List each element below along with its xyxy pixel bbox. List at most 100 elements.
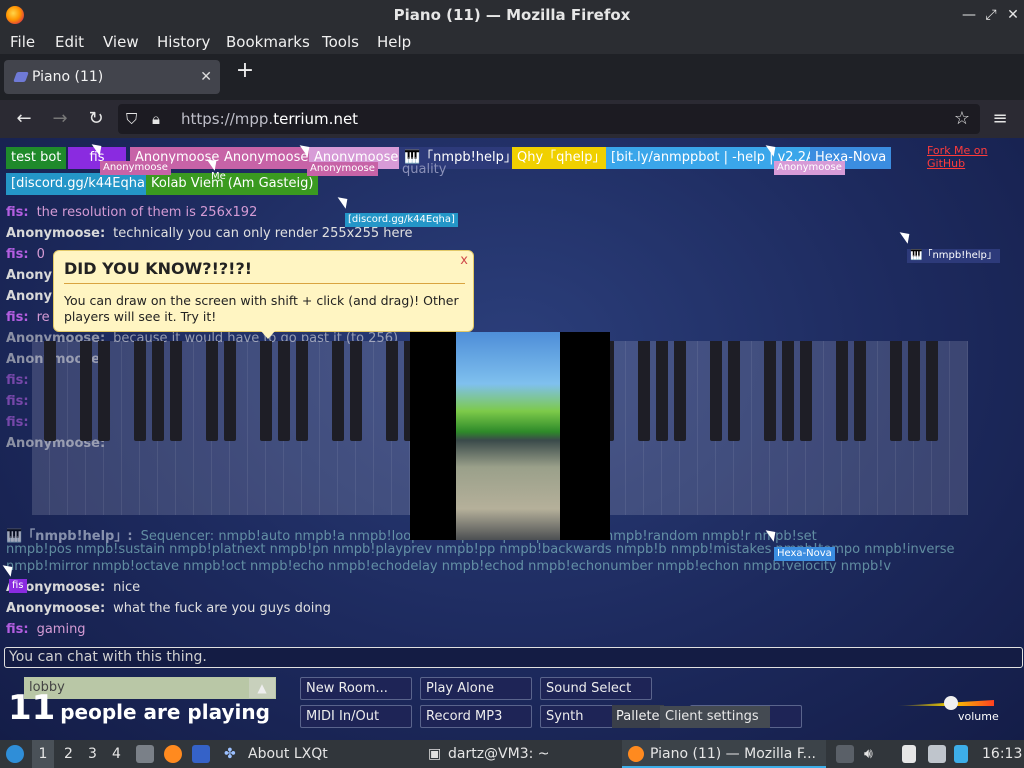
game-screen-image (456, 332, 560, 540)
update-icon[interactable] (954, 745, 968, 763)
menu-history[interactable]: History (157, 32, 210, 52)
volume-label: volume (958, 710, 999, 723)
volume-knob[interactable] (944, 696, 958, 710)
desktop-3[interactable]: 3 (88, 740, 97, 768)
task-firefox-active[interactable]: Piano (11) — Mozilla F... (622, 740, 826, 768)
notification-divider (64, 283, 465, 284)
volume-slider[interactable] (896, 696, 994, 710)
piano-black-key[interactable] (170, 341, 182, 441)
window-titlebar: Piano (11) — Mozilla Firefox — ⤢ ✕ (0, 0, 1024, 30)
menu-file[interactable]: File (10, 32, 35, 52)
piano-white-key[interactable] (950, 341, 968, 515)
piano-black-key[interactable] (296, 341, 308, 441)
forward-arrow-icon[interactable]: → (48, 108, 72, 130)
tray-up-icon[interactable] (836, 745, 854, 763)
piano-black-key[interactable] (134, 341, 146, 441)
volume-icon[interactable]: 🔊︎ (864, 740, 873, 768)
record-mp3-button[interactable]: Record MP3 (420, 705, 532, 728)
chat-message: fis: 0 (6, 247, 45, 262)
user-tag[interactable]: Qhy「qhelp」 (512, 147, 611, 169)
piano-black-key[interactable] (782, 341, 794, 441)
chat-message: fis: the resolution of them is 256x192 (6, 205, 258, 220)
chat-input[interactable]: You can chat with this thing. (4, 647, 1023, 668)
new-tab-icon[interactable]: + (234, 60, 256, 82)
pallete-button[interactable]: Pallete (612, 705, 664, 728)
menu-edit[interactable]: Edit (55, 32, 84, 52)
network-icon[interactable] (928, 745, 946, 763)
piano-black-key[interactable] (764, 341, 776, 441)
close-window-icon[interactable]: ✕ (1002, 0, 1024, 30)
piano-black-key[interactable] (710, 341, 722, 441)
shield-icon[interactable]: ⛉ (126, 110, 142, 128)
task-terminal[interactable]: dartz@VM3: ~ (448, 740, 550, 768)
piano-black-key[interactable] (656, 341, 668, 441)
piano-black-key[interactable] (728, 341, 740, 441)
piano-black-key[interactable] (332, 341, 344, 441)
desktop-4[interactable]: 4 (112, 740, 121, 768)
back-arrow-icon[interactable]: ← (12, 108, 36, 130)
piano-black-key[interactable] (674, 341, 686, 441)
notification-close-icon[interactable]: x (460, 253, 468, 268)
desktop-icon[interactable] (192, 745, 210, 763)
page-content: test bot fis Anonymoose Anonymoose Anony… (0, 138, 1024, 740)
piano-black-key[interactable] (98, 341, 110, 441)
piano-black-key[interactable] (836, 341, 848, 441)
cursor-label: [discord.gg/k44Eqha] (345, 213, 458, 227)
user-cursor-icon (899, 228, 914, 244)
start-menu-icon[interactable] (6, 745, 24, 763)
desktop-2[interactable]: 2 (64, 740, 73, 768)
play-alone-button[interactable]: Play Alone (420, 677, 532, 700)
new-room-button[interactable]: New Room... (300, 677, 412, 700)
piano-black-key[interactable] (890, 341, 902, 441)
piano-black-key[interactable] (152, 341, 164, 441)
url-text[interactable]: https://mpp.terrium.net (181, 104, 358, 134)
reload-icon[interactable]: ↻ (84, 108, 108, 130)
clipboard-icon[interactable] (902, 745, 916, 763)
close-tab-icon[interactable]: ✕ (200, 60, 212, 94)
tab-piano[interactable]: Piano (11) ✕ (4, 60, 220, 94)
lock-icon[interactable]: 🔒︎ (152, 110, 168, 128)
firefox-icon[interactable] (164, 745, 182, 763)
piano-black-key[interactable] (926, 341, 938, 441)
desktop-1[interactable]: 1 (32, 740, 54, 768)
cursor-label: Me (211, 171, 226, 182)
menu-view[interactable]: View (103, 32, 139, 52)
piano-black-key[interactable] (80, 341, 92, 441)
game-video-overlay (410, 332, 610, 540)
piano-black-key[interactable] (44, 341, 56, 441)
piano-black-key[interactable] (206, 341, 218, 441)
midi-button[interactable]: MIDI In/Out (300, 705, 412, 728)
piano-black-key[interactable] (800, 341, 812, 441)
fork-me-link[interactable]: Fork Me on GitHub (927, 144, 1024, 170)
piano-black-key[interactable] (386, 341, 398, 441)
player-count: 11 people are playing (8, 688, 270, 728)
piano-black-key[interactable] (908, 341, 920, 441)
clock: 16:13 (982, 746, 1023, 762)
sound-select-button[interactable]: Sound Select (540, 677, 652, 700)
client-settings-button[interactable]: Client settings (660, 706, 770, 728)
hamburger-menu-icon[interactable]: ≡ (990, 109, 1010, 129)
user-tag[interactable]: Anonymoose (219, 147, 314, 169)
piano-black-key[interactable] (638, 341, 650, 441)
minimize-icon[interactable]: — (958, 0, 980, 30)
user-tag[interactable]: test bot (6, 147, 67, 169)
user-tag[interactable]: Kolab Viem (Am Gasteig) (146, 173, 319, 195)
file-manager-icon[interactable] (136, 745, 154, 763)
piano-black-key[interactable] (854, 341, 866, 441)
task-about-lxqt[interactable]: About LXQt (248, 740, 328, 768)
piano-black-key[interactable] (278, 341, 290, 441)
menu-help[interactable]: Help (377, 32, 411, 52)
restore-icon[interactable]: ⤢ (980, 0, 1002, 30)
piano-black-key[interactable] (224, 341, 236, 441)
piano-favicon-icon (13, 72, 29, 82)
piano-black-key[interactable] (350, 341, 362, 441)
piano-black-key[interactable] (260, 341, 272, 441)
bookmark-star-icon[interactable]: ☆ (954, 108, 970, 130)
navigation-bar: ← → ↻ ⛉ 🔒︎ https://mpp.terrium.net ☆ ≡ (0, 100, 1024, 138)
notification-body: You can draw on the screen with shift + … (64, 293, 459, 324)
url-bar[interactable]: ⛉ 🔒︎ https://mpp.terrium.net ☆ (118, 104, 980, 134)
menu-tools[interactable]: Tools (322, 32, 359, 52)
menu-bookmarks[interactable]: Bookmarks (226, 32, 310, 52)
user-cursor-icon (337, 193, 352, 209)
user-tag[interactable]: [discord.gg/k44Eqha] (6, 173, 156, 195)
